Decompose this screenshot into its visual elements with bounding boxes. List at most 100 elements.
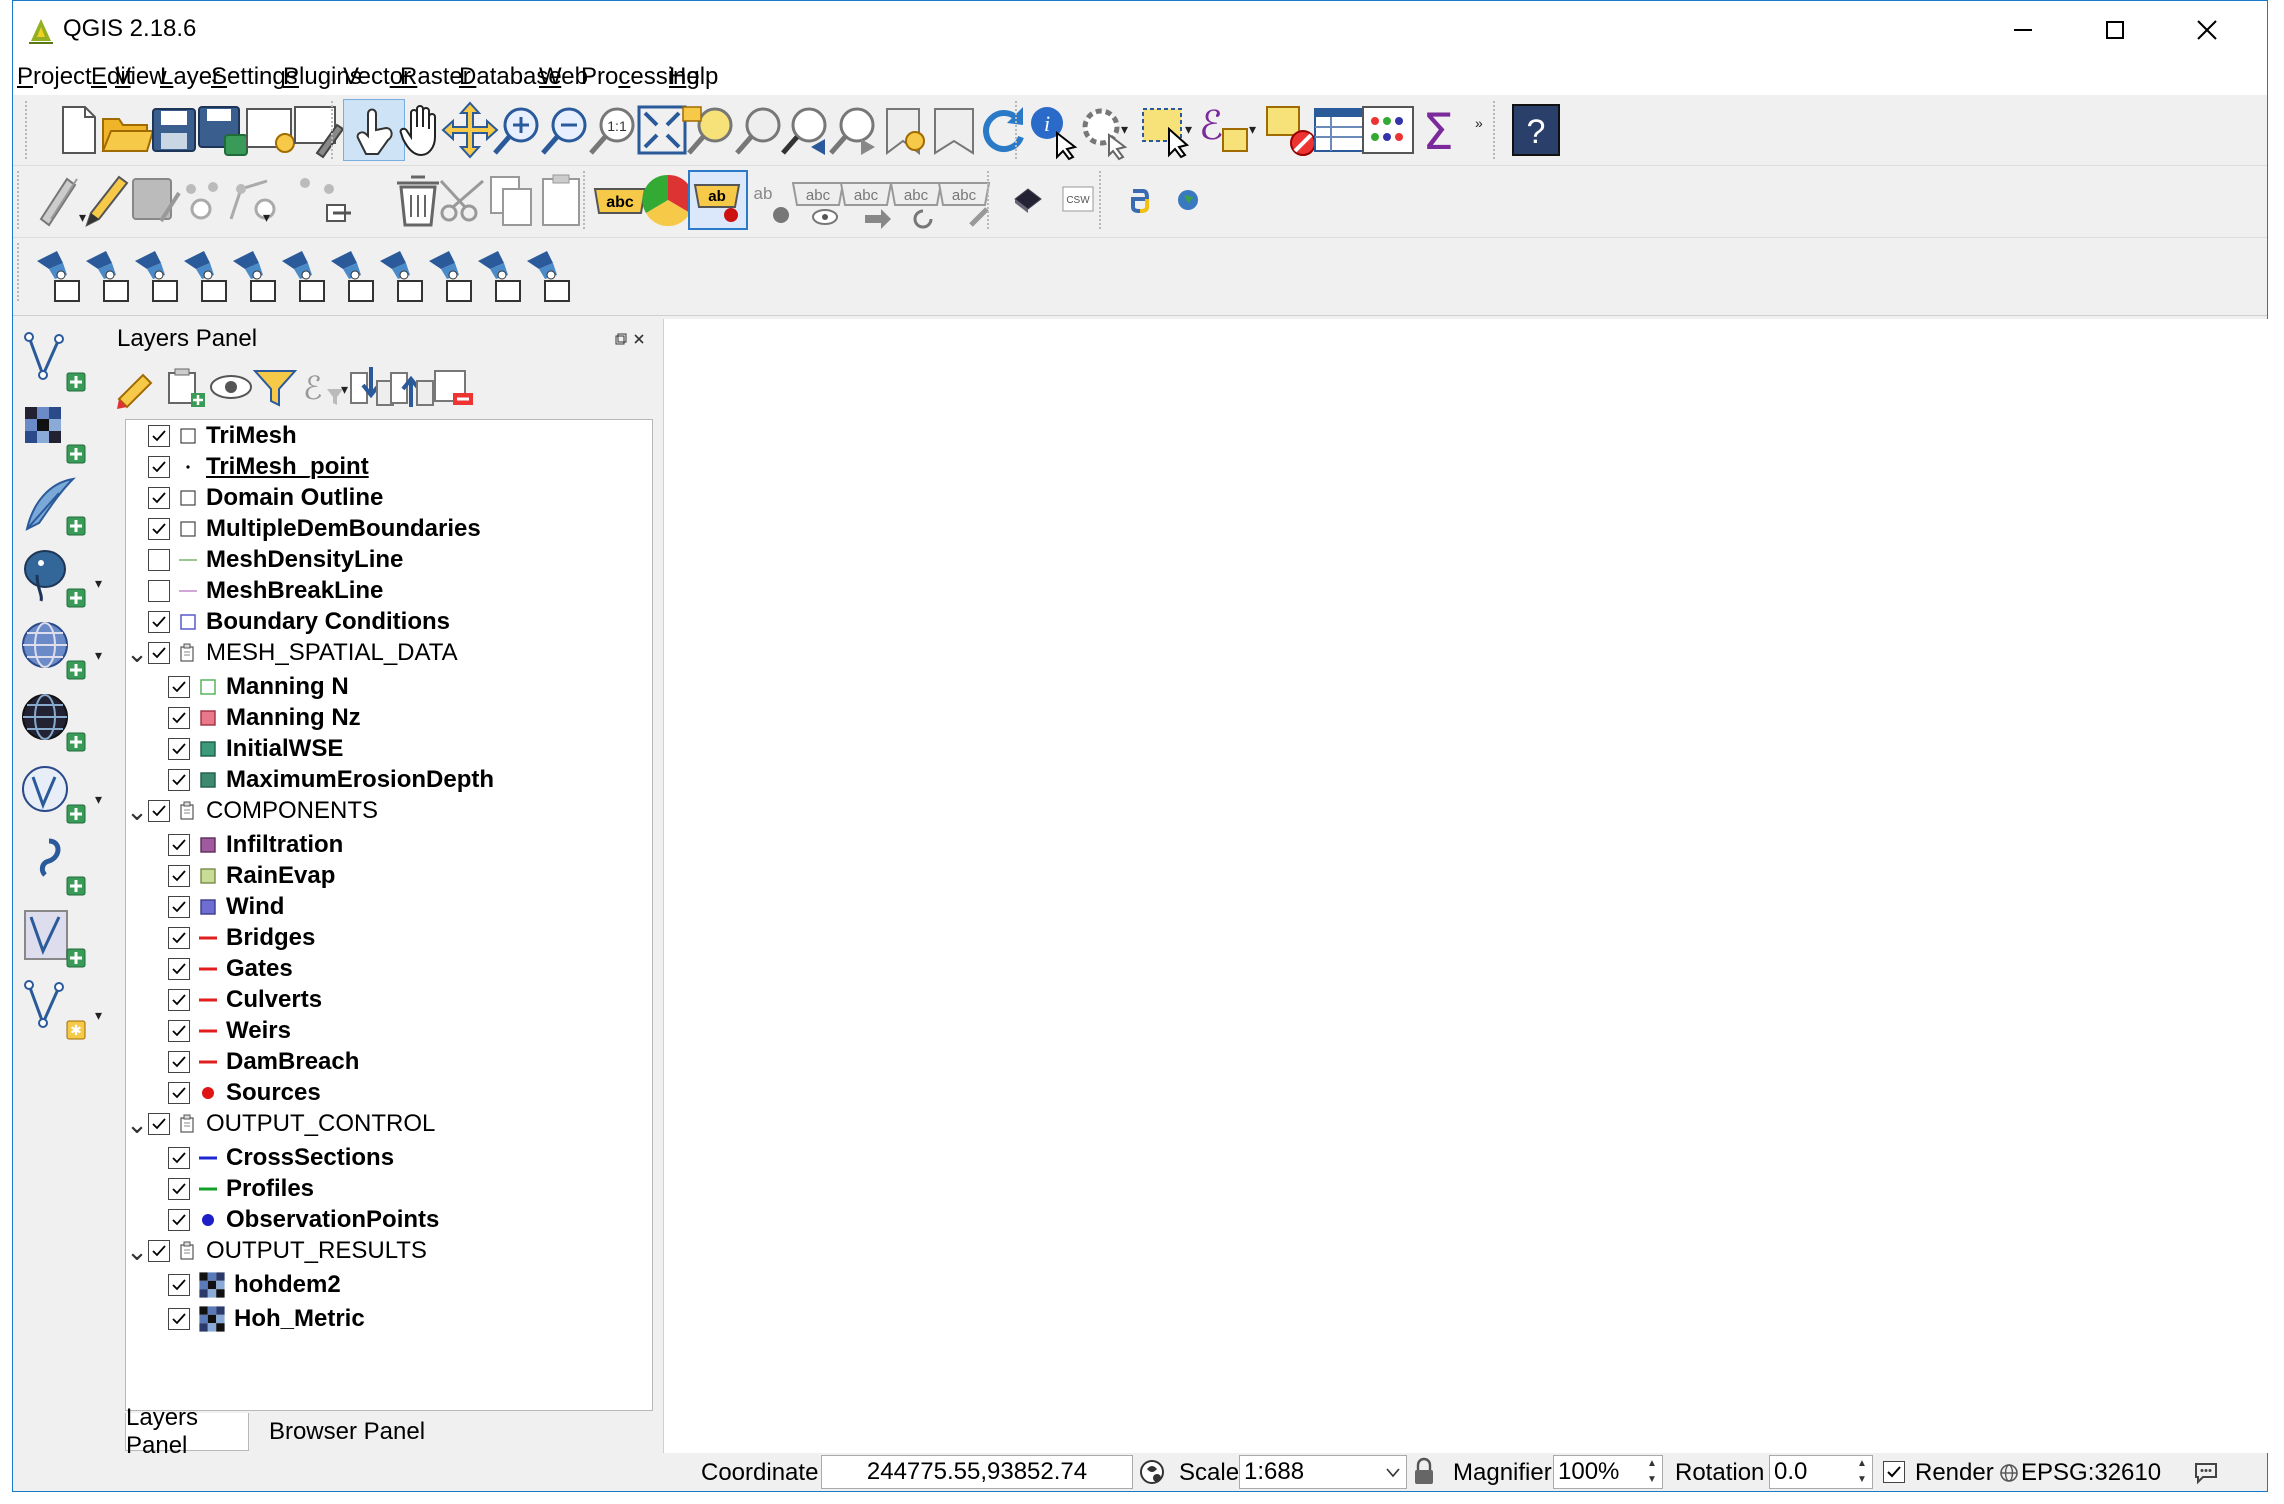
layer-visibility-checkbox[interactable] [148,1112,170,1135]
composer-manager-button[interactable] [287,99,349,161]
mesh-tool-11-button[interactable] [517,245,579,307]
map-canvas[interactable] [663,319,2269,1453]
layer-row[interactable]: TriMesh [126,420,297,451]
select-features-dropdown-icon[interactable]: ▾ [1185,121,1192,138]
add-virtual-layer-button[interactable] [19,833,91,899]
layer-visibility-checkbox[interactable] [148,517,170,540]
layer-visibility-checkbox[interactable] [168,1019,190,1042]
help-button[interactable]: ? [1505,99,1567,161]
layer-visibility-checkbox[interactable] [148,548,170,571]
layer-visibility-checkbox[interactable] [168,706,190,729]
layer-visibility-checkbox[interactable] [168,737,190,760]
layer-visibility-checkbox[interactable] [168,1177,190,1200]
add-delimited-text-layer-button[interactable] [19,473,91,539]
layer-row[interactable]: Boundary Conditions [126,606,450,637]
coordinate-field[interactable]: 244775.55,93852.74 [821,1455,1133,1489]
change-label-button[interactable]: abc [933,169,995,231]
layer-row[interactable]: RainEvap [146,860,335,891]
minimize-button[interactable] [1977,1,2069,59]
toolbar-overflow-icon[interactable]: » [1475,115,1483,131]
layer-visibility-checkbox[interactable] [168,833,190,856]
layer-visibility-checkbox[interactable] [168,1208,190,1231]
layer-row[interactable]: Culverts [146,984,322,1015]
layer-visibility-checkbox[interactable] [148,424,170,447]
layer-visibility-checkbox[interactable] [148,641,170,664]
crs-status-button[interactable]: EPSG:32610 [2021,1459,2161,1487]
layer-visibility-checkbox[interactable] [168,1146,190,1169]
layer-row[interactable]: Gates [146,953,293,984]
menu-project[interactable]: Project [17,63,92,91]
layer-group-row[interactable]: ⌄ OUTPUT_RESULTS [126,1235,427,1266]
layer-visibility-checkbox[interactable] [148,579,170,602]
spin-arrows-icon[interactable]: ▲ ▼ [1642,1456,1662,1488]
add-wcs-layer-button[interactable] [19,689,91,755]
collapse-all-button[interactable] [387,363,435,411]
show-statistics-button[interactable]: Σ [1407,99,1469,161]
new-spatialite-layer-dropdown-icon[interactable]: ▾ [95,1007,102,1024]
style-manager-button[interactable] [113,363,161,411]
tab-browser-panel[interactable]: Browser Panel [249,1413,445,1451]
expand-group-icon[interactable]: ⌄ [126,798,148,824]
rotation-spinbox[interactable]: 0.0 ▲ ▼ [1769,1455,1873,1489]
layer-visibility-checkbox[interactable] [148,799,170,822]
layer-visibility-checkbox[interactable] [148,486,170,509]
add-wms-layer-dropdown-icon[interactable]: ▾ [95,647,102,664]
close-button[interactable] [2161,1,2253,59]
layer-visibility-checkbox[interactable] [148,610,170,633]
remove-layer-button[interactable] [429,363,477,411]
layer-visibility-checkbox[interactable] [168,768,190,791]
manage-visibility-button[interactable] [207,363,255,411]
layer-row[interactable]: CrossSections [146,1142,394,1173]
lock-scale-icon[interactable] [1411,1457,1437,1487]
layer-visibility-checkbox[interactable] [168,1081,190,1104]
layer-row[interactable]: Weirs [146,1015,291,1046]
layer-visibility-checkbox[interactable] [168,1273,190,1296]
layer-row[interactable]: MeshDensityLine [126,544,403,575]
layer-row[interactable]: Hoh_Metric [146,1303,365,1334]
select-by-expression-dropdown-icon[interactable]: ▾ [1249,121,1256,138]
magnifier-spinbox[interactable]: 100% ▲ ▼ [1553,1455,1663,1489]
messages-icon[interactable] [2193,1461,2219,1485]
tab-layers-panel[interactable]: Layers Panel [125,1404,249,1459]
select-by-expression-button[interactable]: ℰ [1195,99,1257,161]
render-checkbox[interactable] [1883,1461,1905,1483]
layer-row[interactable]: Manning Nz [146,702,361,733]
layer-row[interactable]: Profiles [146,1173,314,1204]
add-vector-layer-button[interactable] [19,329,91,395]
filter-legend-button[interactable] [251,363,299,411]
layer-row[interactable]: Wind [146,891,284,922]
layer-visibility-checkbox[interactable] [168,1050,190,1073]
layer-row[interactable]: Domain Outline [126,482,383,513]
layer-visibility-checkbox[interactable] [168,988,190,1011]
run-feature-action-dropdown-icon[interactable]: ▾ [1121,121,1128,138]
move-feature-button[interactable] [221,169,283,231]
layer-row[interactable]: InitialWSE [146,733,343,764]
float-panel-icon[interactable] [615,333,627,345]
toggle-extents-icon[interactable] [1137,1457,1167,1487]
node-tool-dropdown-icon[interactable]: ▾ [263,209,270,226]
expand-group-icon[interactable]: ⌄ [126,1238,148,1264]
expand-group-icon[interactable]: ⌄ [126,1111,148,1137]
add-group-button[interactable] [161,363,209,411]
expand-group-icon[interactable]: ⌄ [126,640,148,666]
layer-row[interactable]: MeshBreakLine [126,575,383,606]
layer-visibility-checkbox[interactable] [168,864,190,887]
node-tool-button[interactable] [291,169,353,231]
layer-group-row[interactable]: ⌄ COMPONENTS [126,795,378,826]
layer-visibility-checkbox[interactable] [168,675,190,698]
add-postgis-layer-button[interactable]: ▾ [19,545,102,611]
layer-visibility-checkbox[interactable] [168,957,190,980]
menu-help[interactable]: Help [669,63,718,91]
new-spatialite-layer-button[interactable]: ✱ ▾ [19,977,102,1043]
layer-visibility-checkbox[interactable] [168,1307,190,1330]
filter-by-expression-dropdown-icon[interactable]: ▾ [341,381,348,398]
close-panel-icon[interactable] [633,333,645,345]
add-wfs-layer-dropdown-icon[interactable]: ▾ [95,791,102,808]
layer-group-row[interactable]: ⌄ MESH_SPATIAL_DATA [126,637,458,668]
layer-row[interactable]: Sources [146,1077,321,1108]
menu-view[interactable]: View [115,63,167,91]
maximize-button[interactable] [2069,1,2161,59]
add-wms-layer-button[interactable]: ▾ [19,617,102,683]
layer-row[interactable]: ObservationPoints [146,1204,439,1235]
layer-row[interactable]: hohdem2 [146,1269,341,1300]
